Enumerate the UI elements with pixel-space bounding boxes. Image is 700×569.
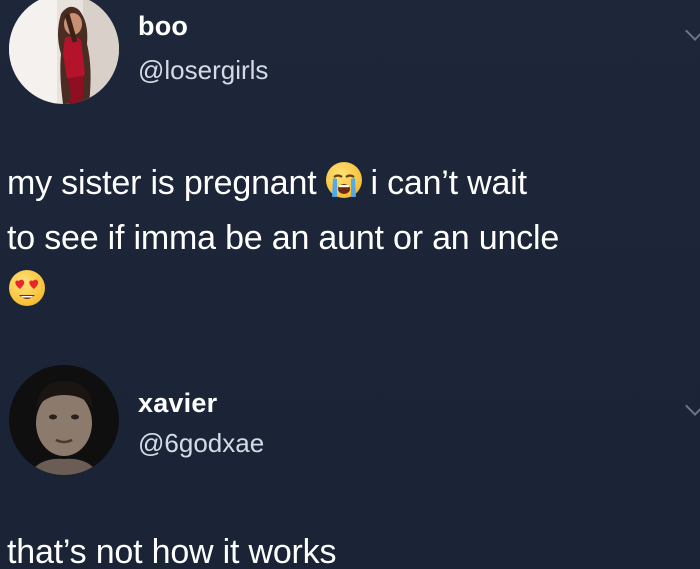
chevron-down-icon[interactable] xyxy=(685,396,700,416)
screenshot-root: boo @losergirls my sister is pregnant i … xyxy=(0,0,700,569)
avatar-boo[interactable] xyxy=(9,0,119,104)
avatar-boo-image xyxy=(9,0,119,104)
tweet-text-part-3: to see if imma be an aunt or an uncle xyxy=(7,219,560,257)
display-name-boo[interactable]: boo xyxy=(138,11,188,42)
tweet-text-boo: my sister is pregnant i can’t wait to se… xyxy=(7,156,559,321)
tweet-text-part-2: i can’t wait xyxy=(370,164,527,202)
smiling-face-with-heart-eyes-icon xyxy=(9,270,45,306)
avatar-xavier-image xyxy=(9,365,119,475)
tweet-text-part-1: my sister is pregnant xyxy=(7,164,317,202)
handle-boo[interactable]: @losergirls xyxy=(138,55,268,86)
chevron-down-icon[interactable] xyxy=(685,21,700,41)
loudly-crying-face-icon xyxy=(326,162,363,198)
avatar-xavier[interactable] xyxy=(9,365,119,475)
tweet-text-xavier: that’s not how it works xyxy=(7,533,337,569)
handle-xavier[interactable]: @6godxae xyxy=(138,428,264,459)
display-name-xavier[interactable]: xavier xyxy=(138,388,217,419)
